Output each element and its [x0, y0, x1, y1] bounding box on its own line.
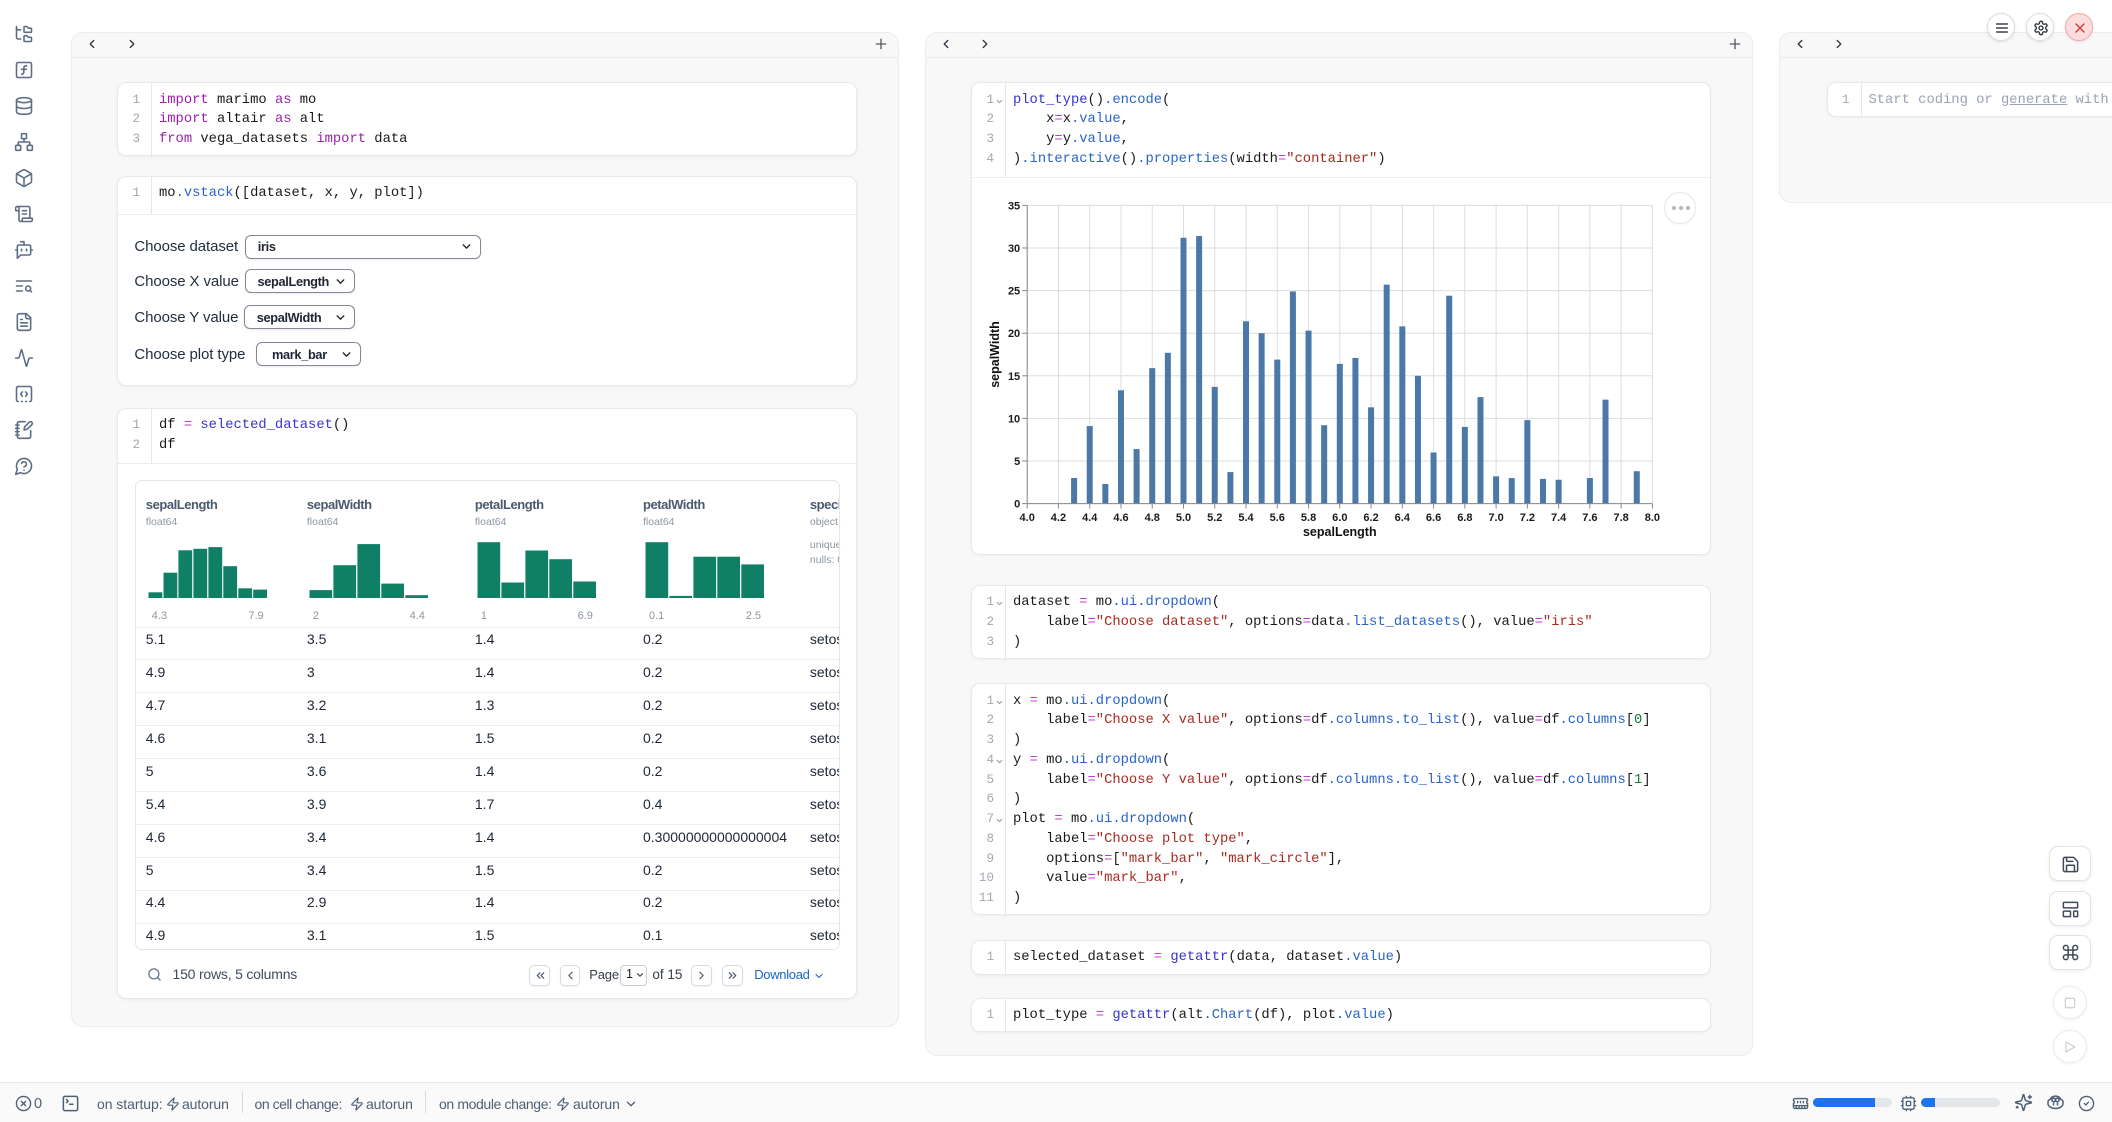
svg-text:4.8: 4.8: [1145, 512, 1160, 524]
svg-text:5.2: 5.2: [1207, 512, 1222, 524]
svg-text:30: 30: [1008, 243, 1020, 255]
svg-text:35: 35: [1008, 200, 1020, 212]
svg-text:25: 25: [1008, 285, 1020, 297]
svg-text:7.0: 7.0: [1488, 512, 1503, 524]
svg-text:7.8: 7.8: [1613, 512, 1628, 524]
svg-text:6.2: 6.2: [1363, 512, 1378, 524]
svg-text:4.2: 4.2: [1051, 512, 1066, 524]
svg-text:5.4: 5.4: [1238, 512, 1254, 524]
svg-text:20: 20: [1008, 328, 1020, 340]
svg-text:10: 10: [1008, 413, 1020, 425]
svg-text:4.0: 4.0: [1020, 512, 1035, 524]
svg-text:8.0: 8.0: [1645, 512, 1660, 524]
svg-text:7.2: 7.2: [1520, 512, 1535, 524]
svg-text:7.6: 7.6: [1582, 512, 1597, 524]
svg-text:7.4: 7.4: [1551, 512, 1567, 524]
svg-text:5.0: 5.0: [1176, 512, 1191, 524]
svg-text:0: 0: [1014, 498, 1020, 510]
svg-text:4.6: 4.6: [1113, 512, 1128, 524]
svg-text:sepalWidth: sepalWidth: [988, 321, 1002, 388]
svg-text:6.6: 6.6: [1426, 512, 1441, 524]
svg-text:4.4: 4.4: [1082, 512, 1098, 524]
svg-text:5.8: 5.8: [1301, 512, 1316, 524]
svg-text:6.8: 6.8: [1457, 512, 1472, 524]
svg-text:6.4: 6.4: [1395, 512, 1411, 524]
svg-text:sepalLength: sepalLength: [1303, 525, 1377, 539]
svg-text:5: 5: [1014, 456, 1020, 468]
svg-text:6.0: 6.0: [1332, 512, 1347, 524]
svg-text:5.6: 5.6: [1270, 512, 1285, 524]
svg-text:15: 15: [1008, 371, 1020, 383]
